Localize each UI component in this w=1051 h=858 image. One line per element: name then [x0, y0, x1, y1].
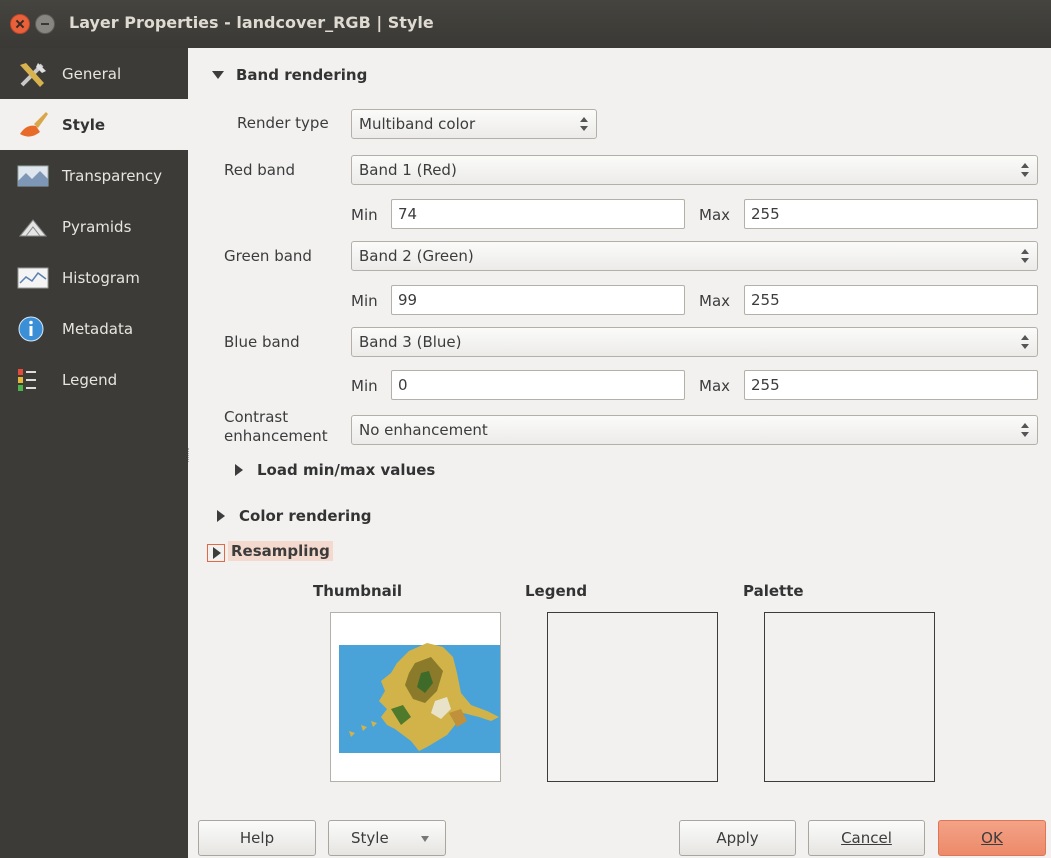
- blue-max-label: Max: [699, 377, 731, 395]
- dropdown-arrow-icon: [421, 836, 429, 842]
- collapse-arrow-icon: [212, 71, 224, 79]
- sidebar-item-label: Transparency: [62, 166, 163, 185]
- red-max-input[interactable]: 255: [744, 199, 1038, 229]
- info-icon: [16, 314, 50, 344]
- sidebar-item-legend[interactable]: Legend: [0, 354, 188, 405]
- window-title: Layer Properties - landcover_RGB | Style: [69, 13, 434, 32]
- palette-preview: [764, 612, 935, 782]
- sidebar-item-label: Metadata: [62, 319, 134, 338]
- expand-arrow-icon: [235, 464, 243, 476]
- paintbrush-icon: [16, 110, 50, 140]
- main-panel: Band rendering Render type Multiband col…: [188, 48, 1051, 858]
- blue-min-label: Min: [351, 377, 378, 395]
- combo-arrows-icon: [1021, 423, 1029, 437]
- green-max-label: Max: [699, 292, 731, 310]
- sidebar-item-label: Legend: [62, 370, 118, 389]
- legend-icon: [16, 365, 50, 395]
- red-max-label: Max: [699, 206, 731, 224]
- sidebar-item-style[interactable]: Style: [0, 99, 188, 150]
- red-min-label: Min: [351, 206, 378, 224]
- combo-arrows-icon: [1021, 249, 1029, 263]
- cancel-button[interactable]: Cancel: [808, 820, 925, 856]
- red-band-select[interactable]: Band 1 (Red): [351, 155, 1038, 185]
- render-type-label: Render type: [237, 114, 329, 132]
- legend-title: Legend: [525, 582, 588, 600]
- palette-title: Palette: [743, 582, 804, 600]
- combo-arrows-icon: [580, 117, 588, 131]
- landcover-map-thumbnail: [339, 643, 500, 753]
- color-rendering-header[interactable]: Color rendering: [217, 507, 372, 525]
- red-band-label: Red band: [224, 161, 296, 179]
- resampling-expand-icon[interactable]: [207, 544, 225, 562]
- resampling-header[interactable]: Resampling: [228, 541, 333, 561]
- red-min-input[interactable]: 74: [391, 199, 685, 229]
- legend-preview: [547, 612, 718, 782]
- sidebar-item-label: Histogram: [62, 268, 140, 287]
- contrast-enhancement-select[interactable]: No enhancement: [351, 415, 1038, 445]
- sidebar-item-metadata[interactable]: Metadata: [0, 303, 188, 354]
- tools-icon: [16, 59, 50, 89]
- combo-arrows-icon: [1021, 163, 1029, 177]
- sidebar-item-transparency[interactable]: Transparency: [0, 150, 188, 201]
- sidebar-item-label: General: [62, 64, 122, 83]
- minimize-window-button[interactable]: [35, 14, 55, 34]
- load-minmax-header[interactable]: Load min/max values: [235, 461, 435, 479]
- sidebar-item-general[interactable]: General: [0, 48, 188, 99]
- title-bar: Layer Properties - landcover_RGB | Style: [0, 0, 1051, 48]
- transparency-icon: [16, 161, 50, 191]
- histogram-icon: [16, 263, 50, 293]
- thumbnail-title: Thumbnail: [313, 582, 403, 600]
- splitter-handle[interactable]: [188, 448, 192, 462]
- sidebar-item-label: Pyramids: [62, 217, 132, 236]
- help-button[interactable]: Help: [198, 820, 316, 856]
- combo-arrows-icon: [1021, 335, 1029, 349]
- ok-button[interactable]: OK: [938, 820, 1046, 856]
- sidebar-item-histogram[interactable]: Histogram: [0, 252, 188, 303]
- sidebar-item-label: Style: [62, 115, 106, 134]
- band-rendering-header[interactable]: Band rendering: [212, 66, 367, 84]
- blue-band-select[interactable]: Band 3 (Blue): [351, 327, 1038, 357]
- green-max-input[interactable]: 255: [744, 285, 1038, 315]
- render-type-select[interactable]: Multiband color: [351, 109, 597, 139]
- thumbnail-preview: [330, 612, 501, 782]
- green-min-input[interactable]: 99: [391, 285, 685, 315]
- contrast-enhancement-label: Contrast enhancement: [224, 408, 328, 445]
- green-min-label: Min: [351, 292, 378, 310]
- blue-band-label: Blue band: [224, 333, 300, 351]
- green-band-select[interactable]: Band 2 (Green): [351, 241, 1038, 271]
- sidebar: General Style Transparency Pyramids Hist…: [0, 48, 188, 858]
- expand-arrow-icon: [217, 510, 225, 522]
- sidebar-item-pyramids[interactable]: Pyramids: [0, 201, 188, 252]
- style-menu-button[interactable]: Style: [328, 820, 446, 856]
- apply-button[interactable]: Apply: [679, 820, 796, 856]
- blue-min-input[interactable]: 0: [391, 370, 685, 400]
- close-window-button[interactable]: [10, 14, 30, 34]
- green-band-label: Green band: [224, 247, 312, 265]
- pyramids-icon: [16, 212, 50, 242]
- blue-max-input[interactable]: 255: [744, 370, 1038, 400]
